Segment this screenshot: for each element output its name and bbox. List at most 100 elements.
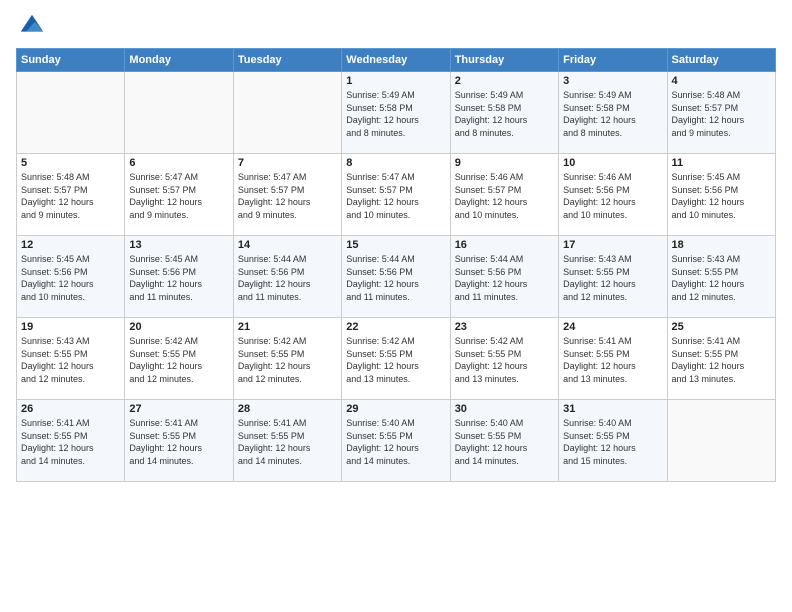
calendar-header-friday: Friday [559,49,667,72]
day-info: Sunrise: 5:41 AMSunset: 5:55 PMDaylight:… [129,417,228,467]
day-number: 19 [21,321,120,333]
day-number: 30 [455,403,554,415]
day-info: Sunrise: 5:48 AMSunset: 5:57 PMDaylight:… [21,171,120,221]
calendar-cell: 29Sunrise: 5:40 AMSunset: 5:55 PMDayligh… [342,400,450,482]
day-info: Sunrise: 5:43 AMSunset: 5:55 PMDaylight:… [21,335,120,385]
day-number: 27 [129,403,228,415]
day-info: Sunrise: 5:42 AMSunset: 5:55 PMDaylight:… [346,335,445,385]
logo [16,12,46,40]
calendar-cell: 24 Sunrise: 5:41 AMSunset: 5:55 PMDayligh… [559,318,667,400]
day-info: Sunrise: 5:47 AMSunset: 5:57 PMDaylight:… [129,171,228,221]
logo-icon [18,12,46,40]
calendar-cell: 30 Sunrise: 5:40 AMSunset: 5:55 PMDayligh… [450,400,558,482]
day-number: 23 [455,321,554,333]
calendar-week-5: 26Sunrise: 5:41 AMSunset: 5:55 PMDayligh… [17,400,776,482]
day-number: 6 [129,157,228,169]
day-number: 13 [129,239,228,251]
day-info: Sunrise: 5:40 AMSunset: 5:55 PMDaylight:… [563,417,662,467]
day-number: 3 [563,75,662,87]
calendar-cell: 6 Sunrise: 5:47 AMSunset: 5:57 PMDaylight… [125,154,233,236]
calendar-cell: 31Sunrise: 5:40 AMSunset: 5:55 PMDayligh… [559,400,667,482]
calendar-cell: 1Sunrise: 5:49 AMSunset: 5:58 PMDaylight… [342,72,450,154]
day-number: 10 [563,157,662,169]
calendar-week-3: 12 Sunrise: 5:45 AMSunset: 5:56 PMDayligh… [17,236,776,318]
calendar-week-2: 5 Sunrise: 5:48 AMSunset: 5:57 PMDaylight… [17,154,776,236]
day-number: 24 [563,321,662,333]
day-info: Sunrise: 5:40 AMSunset: 5:55 PMDaylight:… [455,417,554,467]
day-info: Sunrise: 5:47 AMSunset: 5:57 PMDaylight:… [238,171,337,221]
day-number: 12 [21,239,120,251]
page: SundayMondayTuesdayWednesdayThursdayFrid… [0,0,792,612]
calendar-cell: 21Sunrise: 5:42 AMSunset: 5:55 PMDayligh… [233,318,341,400]
day-info: Sunrise: 5:46 AMSunset: 5:57 PMDaylight:… [455,171,554,221]
calendar-cell: 28 Sunrise: 5:41 AMSunset: 5:55 PMDayligh… [233,400,341,482]
calendar-cell: 14 Sunrise: 5:44 AMSunset: 5:56 PMDayligh… [233,236,341,318]
calendar-cell: 13 Sunrise: 5:45 AMSunset: 5:56 PMDayligh… [125,236,233,318]
calendar-cell: 16 Sunrise: 5:44 AMSunset: 5:56 PMDayligh… [450,236,558,318]
calendar-header-monday: Monday [125,49,233,72]
day-info: Sunrise: 5:43 AMSunset: 5:55 PMDaylight:… [672,253,771,303]
calendar-cell [233,72,341,154]
day-info: Sunrise: 5:49 AMSunset: 5:58 PMDaylight:… [346,89,445,139]
day-number: 17 [563,239,662,251]
day-info: Sunrise: 5:42 AMSunset: 5:55 PMDaylight:… [455,335,554,385]
header [16,12,776,40]
day-number: 20 [129,321,228,333]
day-info: Sunrise: 5:44 AMSunset: 5:56 PMDaylight:… [238,253,337,303]
day-info: Sunrise: 5:45 AMSunset: 5:56 PMDaylight:… [672,171,771,221]
calendar-cell: 2 Sunrise: 5:49 AMSunset: 5:58 PMDaylight… [450,72,558,154]
calendar-cell [17,72,125,154]
day-info: Sunrise: 5:48 AMSunset: 5:57 PMDaylight:… [672,89,771,139]
calendar-cell: 9 Sunrise: 5:46 AMSunset: 5:57 PMDaylight… [450,154,558,236]
calendar-cell: 26Sunrise: 5:41 AMSunset: 5:55 PMDayligh… [17,400,125,482]
day-number: 21 [238,321,337,333]
calendar-cell: 12 Sunrise: 5:45 AMSunset: 5:56 PMDayligh… [17,236,125,318]
calendar-cell: 25 Sunrise: 5:41 AMSunset: 5:55 PMDayligh… [667,318,775,400]
calendar-cell: 3 Sunrise: 5:49 AMSunset: 5:58 PMDaylight… [559,72,667,154]
day-number: 14 [238,239,337,251]
calendar-header-row: SundayMondayTuesdayWednesdayThursdayFrid… [17,49,776,72]
calendar-cell: 27 Sunrise: 5:41 AMSunset: 5:55 PMDayligh… [125,400,233,482]
day-info: Sunrise: 5:44 AMSunset: 5:56 PMDaylight:… [455,253,554,303]
day-info: Sunrise: 5:42 AMSunset: 5:55 PMDaylight:… [129,335,228,385]
day-info: Sunrise: 5:41 AMSunset: 5:55 PMDaylight:… [238,417,337,467]
day-number: 8 [346,157,445,169]
day-number: 4 [672,75,771,87]
calendar-header-tuesday: Tuesday [233,49,341,72]
day-number: 5 [21,157,120,169]
calendar-cell: 5 Sunrise: 5:48 AMSunset: 5:57 PMDaylight… [17,154,125,236]
day-info: Sunrise: 5:47 AMSunset: 5:57 PMDaylight:… [346,171,445,221]
calendar-header-wednesday: Wednesday [342,49,450,72]
calendar-cell: 15Sunrise: 5:44 AMSunset: 5:56 PMDayligh… [342,236,450,318]
calendar-cell: 23 Sunrise: 5:42 AMSunset: 5:55 PMDayligh… [450,318,558,400]
calendar-cell [125,72,233,154]
calendar-header-saturday: Saturday [667,49,775,72]
day-info: Sunrise: 5:41 AMSunset: 5:55 PMDaylight:… [563,335,662,385]
day-number: 9 [455,157,554,169]
calendar-cell: 18 Sunrise: 5:43 AMSunset: 5:55 PMDayligh… [667,236,775,318]
day-number: 22 [346,321,445,333]
calendar-cell: 22 Sunrise: 5:42 AMSunset: 5:55 PMDayligh… [342,318,450,400]
day-number: 28 [238,403,337,415]
calendar-table: SundayMondayTuesdayWednesdayThursdayFrid… [16,48,776,482]
calendar-cell: 4 Sunrise: 5:48 AMSunset: 5:57 PMDaylight… [667,72,775,154]
calendar-cell: 7 Sunrise: 5:47 AMSunset: 5:57 PMDaylight… [233,154,341,236]
day-info: Sunrise: 5:41 AMSunset: 5:55 PMDaylight:… [672,335,771,385]
calendar-cell: 11 Sunrise: 5:45 AMSunset: 5:56 PMDayligh… [667,154,775,236]
day-info: Sunrise: 5:43 AMSunset: 5:55 PMDaylight:… [563,253,662,303]
day-number: 16 [455,239,554,251]
day-info: Sunrise: 5:44 AMSunset: 5:56 PMDaylight:… [346,253,445,303]
day-number: 18 [672,239,771,251]
day-info: Sunrise: 5:45 AMSunset: 5:56 PMDaylight:… [21,253,120,303]
day-number: 2 [455,75,554,87]
day-number: 11 [672,157,771,169]
day-info: Sunrise: 5:49 AMSunset: 5:58 PMDaylight:… [563,89,662,139]
day-number: 7 [238,157,337,169]
calendar-cell: 8 Sunrise: 5:47 AMSunset: 5:57 PMDaylight… [342,154,450,236]
calendar-week-4: 19 Sunrise: 5:43 AMSunset: 5:55 PMDayligh… [17,318,776,400]
day-number: 25 [672,321,771,333]
day-info: Sunrise: 5:45 AMSunset: 5:56 PMDaylight:… [129,253,228,303]
calendar-header-sunday: Sunday [17,49,125,72]
day-number: 29 [346,403,445,415]
day-info: Sunrise: 5:49 AMSunset: 5:58 PMDaylight:… [455,89,554,139]
